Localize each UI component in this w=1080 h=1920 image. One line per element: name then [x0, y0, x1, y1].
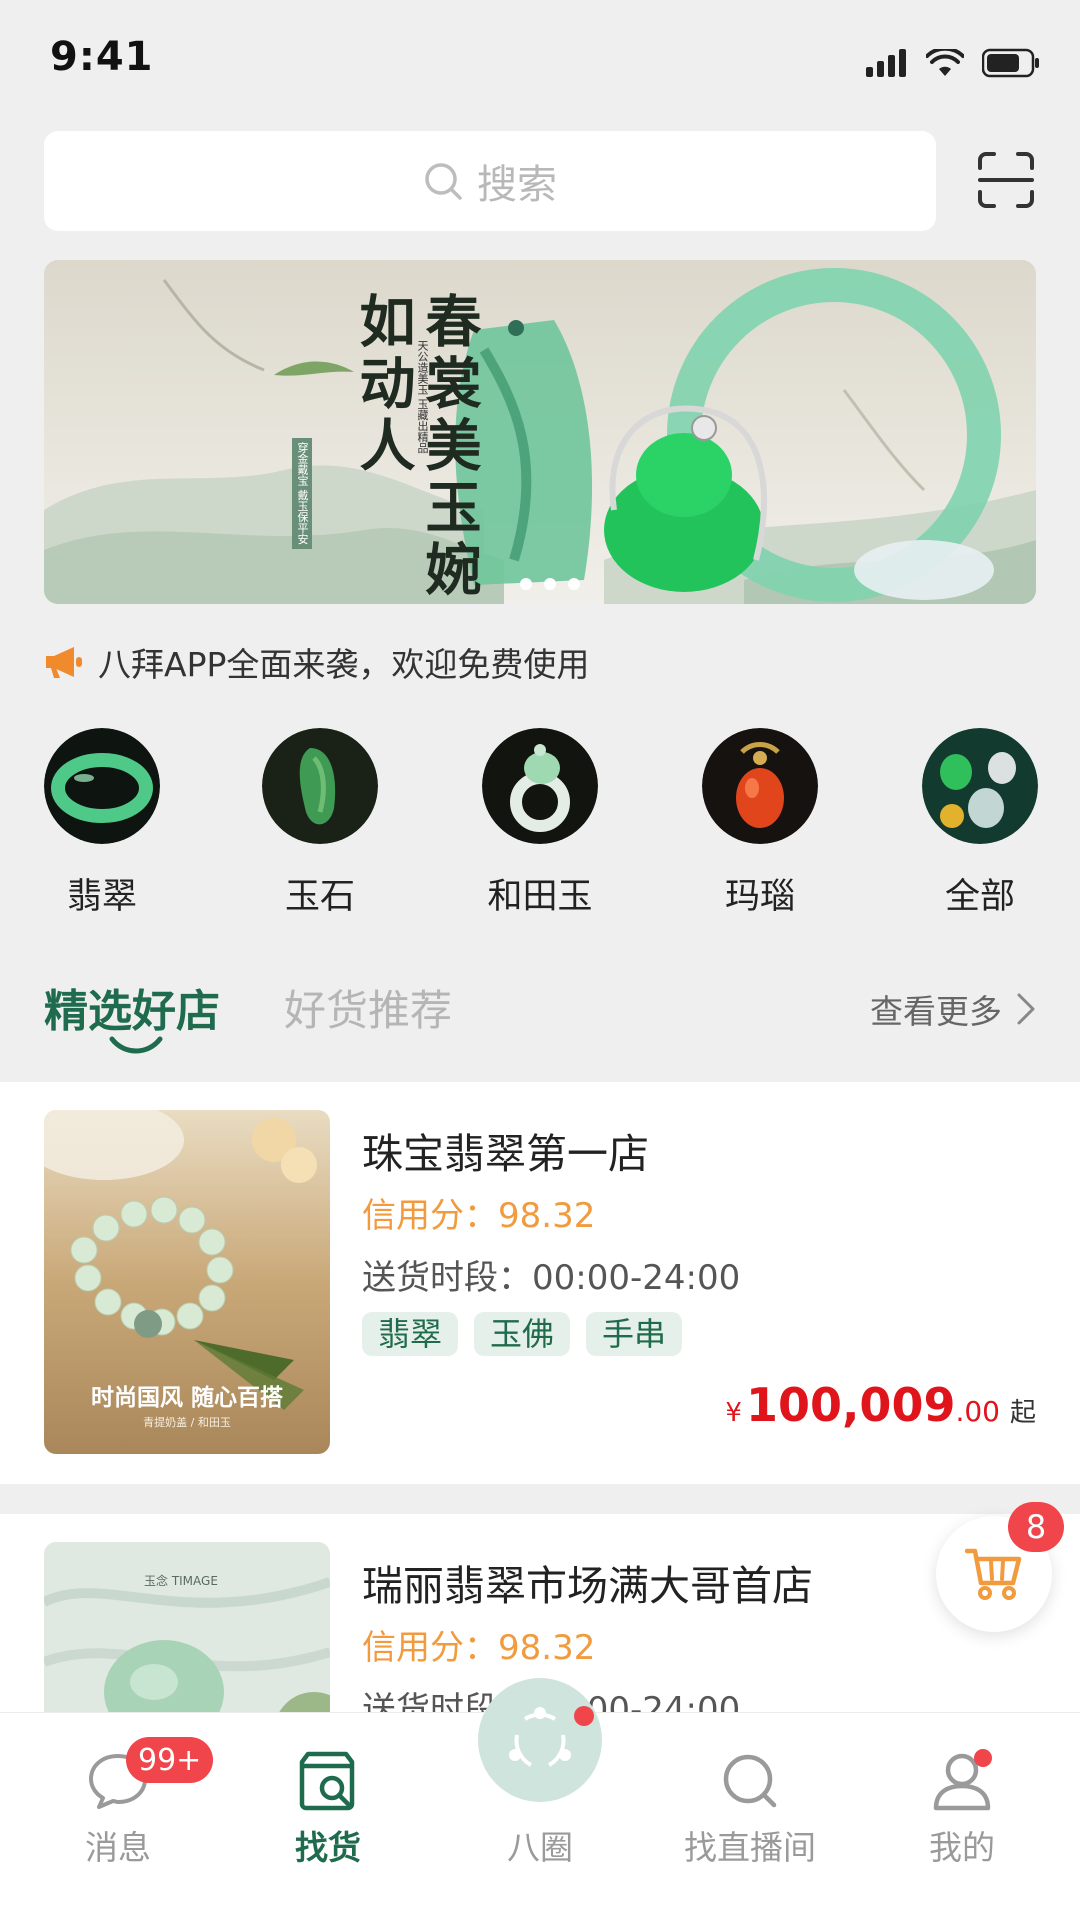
shop-delivery-hours: 送货时段：00:00-24:00 [362, 1258, 741, 1298]
shop-search-icon [296, 1749, 360, 1813]
see-more-link[interactable]: 查看更多 [870, 985, 1036, 1033]
jade-pendant-icon [262, 728, 378, 844]
circle-share-icon [509, 1707, 571, 1767]
banner-dot[interactable] [568, 578, 580, 590]
banner-tag: 穿金戴宝 戴玉保平安 [292, 438, 312, 549]
category-jade-stone[interactable]: 玉石 [240, 728, 400, 919]
price-integer: 100,009 [745, 1378, 956, 1432]
category-label: 玉石 [284, 877, 355, 917]
banner-artwork [44, 268, 1036, 604]
shop-card[interactable]: 时尚国风 随心百搭 青提奶盖 / 和田玉 珠宝翡翠第一店 信用分：98.32 送… [0, 1082, 1080, 1484]
shop-tags: 翡翠 玉佛 手串 [362, 1312, 683, 1356]
nav-label: 我的 [929, 1828, 995, 1867]
section-tabs: 精选好店 好货推荐 查看更多 [44, 975, 1036, 1055]
cart-count-badge: 8 [1008, 1502, 1064, 1552]
nav-find-goods[interactable]: 找货 [228, 1713, 428, 1873]
battery-icon [982, 48, 1039, 78]
me-notification-dot [974, 1749, 992, 1767]
shop-name[interactable]: 珠宝翡翠第一店 [362, 1120, 649, 1180]
nav-label: 找直播间 [684, 1828, 816, 1867]
shop-credit-score: 信用分：98.32 [362, 1196, 596, 1236]
thumbnail-caption: 时尚国风 随心百搭 [90, 1384, 283, 1411]
category-row: 翡翠 玉石 和田玉 玛瑙 全部 [0, 728, 1080, 918]
tab-featured-shops[interactable]: 精选好店 [44, 975, 220, 1039]
shop-name[interactable]: 瑞丽翡翠市场满大哥首店 [362, 1552, 813, 1612]
search-icon [425, 163, 462, 200]
megaphone-icon [46, 647, 82, 678]
price-decimal: .00 [955, 1395, 1000, 1428]
search-placeholder: 搜索 [477, 162, 557, 208]
category-hetian-jade[interactable]: 和田玉 [460, 728, 620, 919]
scan-button[interactable] [976, 150, 1036, 210]
wifi-icon [926, 49, 964, 76]
shopping-cart-icon [965, 1548, 1022, 1600]
thumbnail-brand: 玉念 TIMAGE [144, 1574, 218, 1588]
shop-price: ¥ 100,009 .00 起 [725, 1378, 1036, 1432]
category-jadeite[interactable]: 翡翠 [22, 728, 182, 919]
nav-find-live[interactable]: 找直播间 [650, 1713, 850, 1873]
shop-tag: 手串 [586, 1312, 683, 1356]
banner-dot[interactable] [520, 578, 532, 590]
scan-icon [978, 152, 1034, 208]
tab-active-indicator [109, 1036, 163, 1054]
category-all[interactable]: 全部 [900, 728, 1060, 919]
chevron-right-icon [1017, 993, 1035, 1025]
shop-tag: 玉佛 [474, 1312, 571, 1356]
agate-icon [702, 728, 818, 844]
status-time: 9:41 [50, 34, 154, 80]
status-icons [866, 48, 1040, 78]
circle-notification-dot [574, 1706, 594, 1726]
promo-banner[interactable]: 春裳美玉婉如动人 天公造美玉 玉藏出精品 穿金戴宝 戴玉保平安 [44, 260, 1036, 604]
search-icon [720, 1749, 780, 1813]
see-more-label: 查看更多 [870, 992, 1002, 1031]
messages-badge: 99+ [126, 1737, 214, 1783]
notice-text: 八拜APP全面来袭，欢迎免费使用 [98, 645, 590, 684]
category-agate[interactable]: 玛瑙 [680, 728, 840, 919]
banner-dot[interactable] [544, 578, 556, 590]
shop-thumbnail: 时尚国风 随心百搭 青提奶盖 / 和田玉 [44, 1110, 330, 1454]
category-label: 翡翠 [66, 877, 137, 917]
category-label: 和田玉 [487, 877, 593, 917]
price-currency: ¥ [725, 1398, 742, 1428]
tab-recommended-goods[interactable]: 好货推荐 [284, 977, 452, 1038]
signal-icon [866, 49, 906, 77]
status-bar: 9:41 [0, 0, 1080, 120]
banner-subtitle: 天公造美玉 玉藏出精品 [416, 340, 429, 454]
price-suffix: 起 [1009, 1398, 1036, 1428]
search-input[interactable]: 搜索 [44, 131, 936, 231]
nav-label: 八圈 [507, 1828, 573, 1867]
hetian-jade-icon [482, 728, 598, 844]
circle-share-button[interactable] [478, 1678, 602, 1802]
banner-pagination [520, 578, 580, 590]
all-categories-icon [922, 728, 1038, 844]
category-label: 玛瑙 [724, 877, 795, 917]
shop-credit-score: 信用分：98.32 [362, 1628, 596, 1668]
nav-label: 找货 [295, 1828, 361, 1867]
thumbnail-subcaption: 青提奶盖 / 和田玉 [143, 1416, 231, 1429]
jade-bangle-icon [44, 728, 160, 844]
nav-messages[interactable]: 消息 99+ [18, 1713, 218, 1873]
notice-bar[interactable]: 八拜APP全面来袭，欢迎免费使用 [44, 642, 589, 684]
shop-tag: 翡翠 [362, 1312, 459, 1356]
category-label: 全部 [944, 877, 1015, 917]
nav-me[interactable]: 我的 [862, 1713, 1062, 1873]
nav-label: 消息 [85, 1828, 151, 1867]
